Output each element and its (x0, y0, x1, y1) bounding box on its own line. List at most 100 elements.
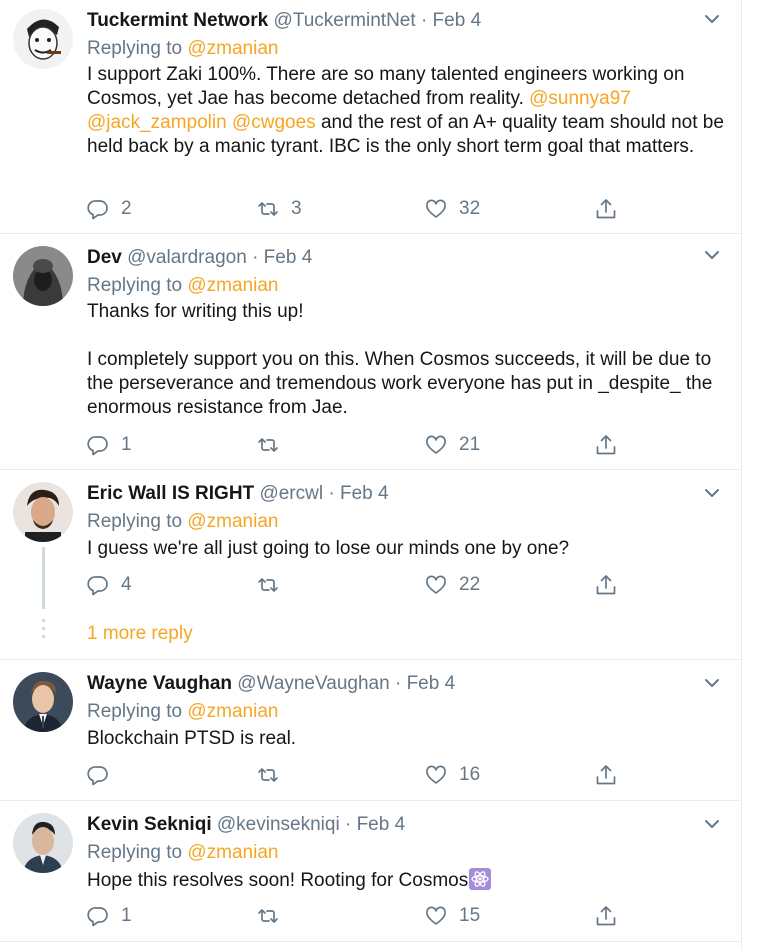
chevron-down-icon[interactable] (701, 813, 723, 835)
tweet-text: I guess we're all just going to lose our… (87, 538, 570, 559)
avatar[interactable] (13, 9, 73, 69)
share-button[interactable] (595, 432, 617, 458)
display-name[interactable]: Kevin Sekniqi (87, 814, 212, 835)
share-icon (596, 199, 616, 219)
replying-to-label: Replying to (87, 38, 183, 59)
tweet[interactable]: Kevin Sekniqi @kevinsekniqi · Feb 4 Repl… (0, 800, 741, 942)
text-segment: Hope this resolves soon! Rooting for Cos… (87, 870, 469, 891)
atom-symbol-emoji (469, 868, 492, 890)
like-count: 21 (459, 434, 481, 455)
share-icon (596, 575, 616, 595)
reply-icon (87, 200, 108, 220)
retweet-icon (258, 438, 278, 452)
chevron-down-icon[interactable] (701, 244, 723, 266)
handle[interactable]: @ercwl (259, 483, 323, 504)
chevron-down-icon[interactable] (701, 672, 723, 694)
like-button[interactable]: 22 (425, 572, 480, 598)
display-name[interactable]: Dev (87, 247, 122, 268)
retweet-icon (258, 909, 278, 923)
tweet[interactable]: Dev @valardragon · Feb 4 Replying to @zm… (0, 233, 741, 470)
avatar[interactable] (13, 482, 73, 542)
share-button[interactable] (595, 572, 617, 598)
display-name[interactable]: Eric Wall IS RIGHT (87, 483, 254, 504)
retweet-button[interactable] (257, 432, 279, 458)
reply-icon (87, 436, 108, 456)
timestamp[interactable]: Feb 4 (433, 10, 482, 31)
handle[interactable]: @WayneVaughan (237, 673, 389, 694)
like-icon (426, 575, 446, 594)
like-count: 15 (459, 905, 481, 926)
share-button[interactable] (595, 196, 617, 222)
mention-link[interactable]: @zmanian (187, 38, 278, 59)
like-count: 22 (459, 574, 481, 595)
timestamp[interactable]: Feb 4 (407, 673, 456, 694)
display-name[interactable]: Tuckermint Network (87, 10, 268, 31)
handle[interactable]: @TuckermintNet (274, 10, 416, 31)
tweet[interactable]: Tuckermint Network @TuckermintNet · Feb … (0, 0, 741, 234)
retweet-button[interactable] (257, 762, 279, 788)
tweet-actions: 1 15 (87, 903, 627, 929)
reply-button[interactable]: 1 (87, 432, 132, 458)
tweet-header: Kevin Sekniqi @kevinsekniqi · Feb 4 (87, 813, 405, 837)
mention-link[interactable]: @zmanian (187, 511, 278, 532)
mention-link[interactable]: @sunnya97 (529, 88, 631, 109)
reply-feed: Tuckermint Network @TuckermintNet · Feb … (0, 0, 742, 950)
tweet-header: Wayne Vaughan @WayneVaughan · Feb 4 (87, 672, 455, 696)
chevron-down-icon[interactable] (701, 8, 723, 30)
separator: · (344, 814, 352, 835)
replying-to-label: Replying to (87, 842, 183, 863)
retweet-icon (258, 768, 278, 782)
thread-line (42, 547, 45, 609)
share-button[interactable] (595, 762, 617, 788)
reply-button[interactable] (87, 762, 109, 788)
tweet-text: I support Zaki 100%. There are so many t… (87, 63, 732, 159)
timestamp[interactable]: Feb 4 (264, 247, 313, 268)
retweet-button[interactable] (257, 903, 279, 929)
reply-button[interactable]: 1 (87, 903, 132, 929)
replying-to-label: Replying to (87, 275, 183, 296)
tweet[interactable]: Eric Wall IS RIGHT @ercwl · Feb 4 Replyi… (0, 469, 741, 660)
separator: · (420, 10, 428, 31)
handle[interactable]: @kevinsekniqi (217, 814, 340, 835)
reply-count: 4 (121, 574, 132, 595)
display-name[interactable]: Wayne Vaughan (87, 673, 232, 694)
like-count: 16 (459, 764, 481, 785)
share-icon (596, 765, 616, 785)
tweet-actions: 4 22 (87, 572, 627, 598)
mention-link[interactable]: @zmanian (187, 842, 278, 863)
retweet-button[interactable]: 3 (257, 196, 302, 222)
avatar[interactable] (13, 813, 73, 873)
mention-link[interactable]: @jack_zampolin (87, 112, 227, 133)
separator: · (328, 483, 335, 504)
tweet-header: Eric Wall IS RIGHT @ercwl · Feb 4 (87, 482, 389, 506)
retweet-button[interactable] (257, 572, 279, 598)
timestamp[interactable]: Feb 4 (340, 483, 389, 504)
show-more-replies-link[interactable]: 1 more reply (87, 623, 193, 645)
mention-link[interactable]: @zmanian (187, 701, 278, 722)
avatar[interactable] (13, 246, 73, 306)
like-icon (426, 435, 446, 454)
reply-button[interactable]: 4 (87, 572, 132, 598)
tweet[interactable]: Wayne Vaughan @WayneVaughan · Feb 4 Repl… (0, 659, 741, 801)
reply-button[interactable]: 2 (87, 196, 132, 222)
like-button[interactable]: 15 (425, 903, 480, 929)
retweet-icon (258, 202, 278, 216)
like-icon (426, 906, 446, 925)
like-button[interactable]: 32 (425, 196, 480, 222)
retweet-icon (258, 578, 278, 592)
like-button[interactable]: 21 (425, 432, 480, 458)
mention-link[interactable]: @zmanian (187, 275, 278, 296)
reply-icon (87, 766, 108, 786)
replying-to: Replying to @zmanian (87, 274, 278, 298)
reply-icon (87, 576, 108, 596)
mention-link[interactable]: @cwgoes (232, 112, 316, 133)
reply-count: 1 (121, 905, 132, 926)
chevron-down-icon[interactable] (701, 482, 723, 504)
handle[interactable]: @valardragon (127, 247, 247, 268)
timestamp[interactable]: Feb 4 (357, 814, 406, 835)
avatar[interactable] (13, 672, 73, 732)
like-icon (426, 765, 446, 784)
share-button[interactable] (595, 903, 617, 929)
retweet-count: 3 (291, 198, 302, 219)
like-button[interactable]: 16 (425, 762, 480, 788)
